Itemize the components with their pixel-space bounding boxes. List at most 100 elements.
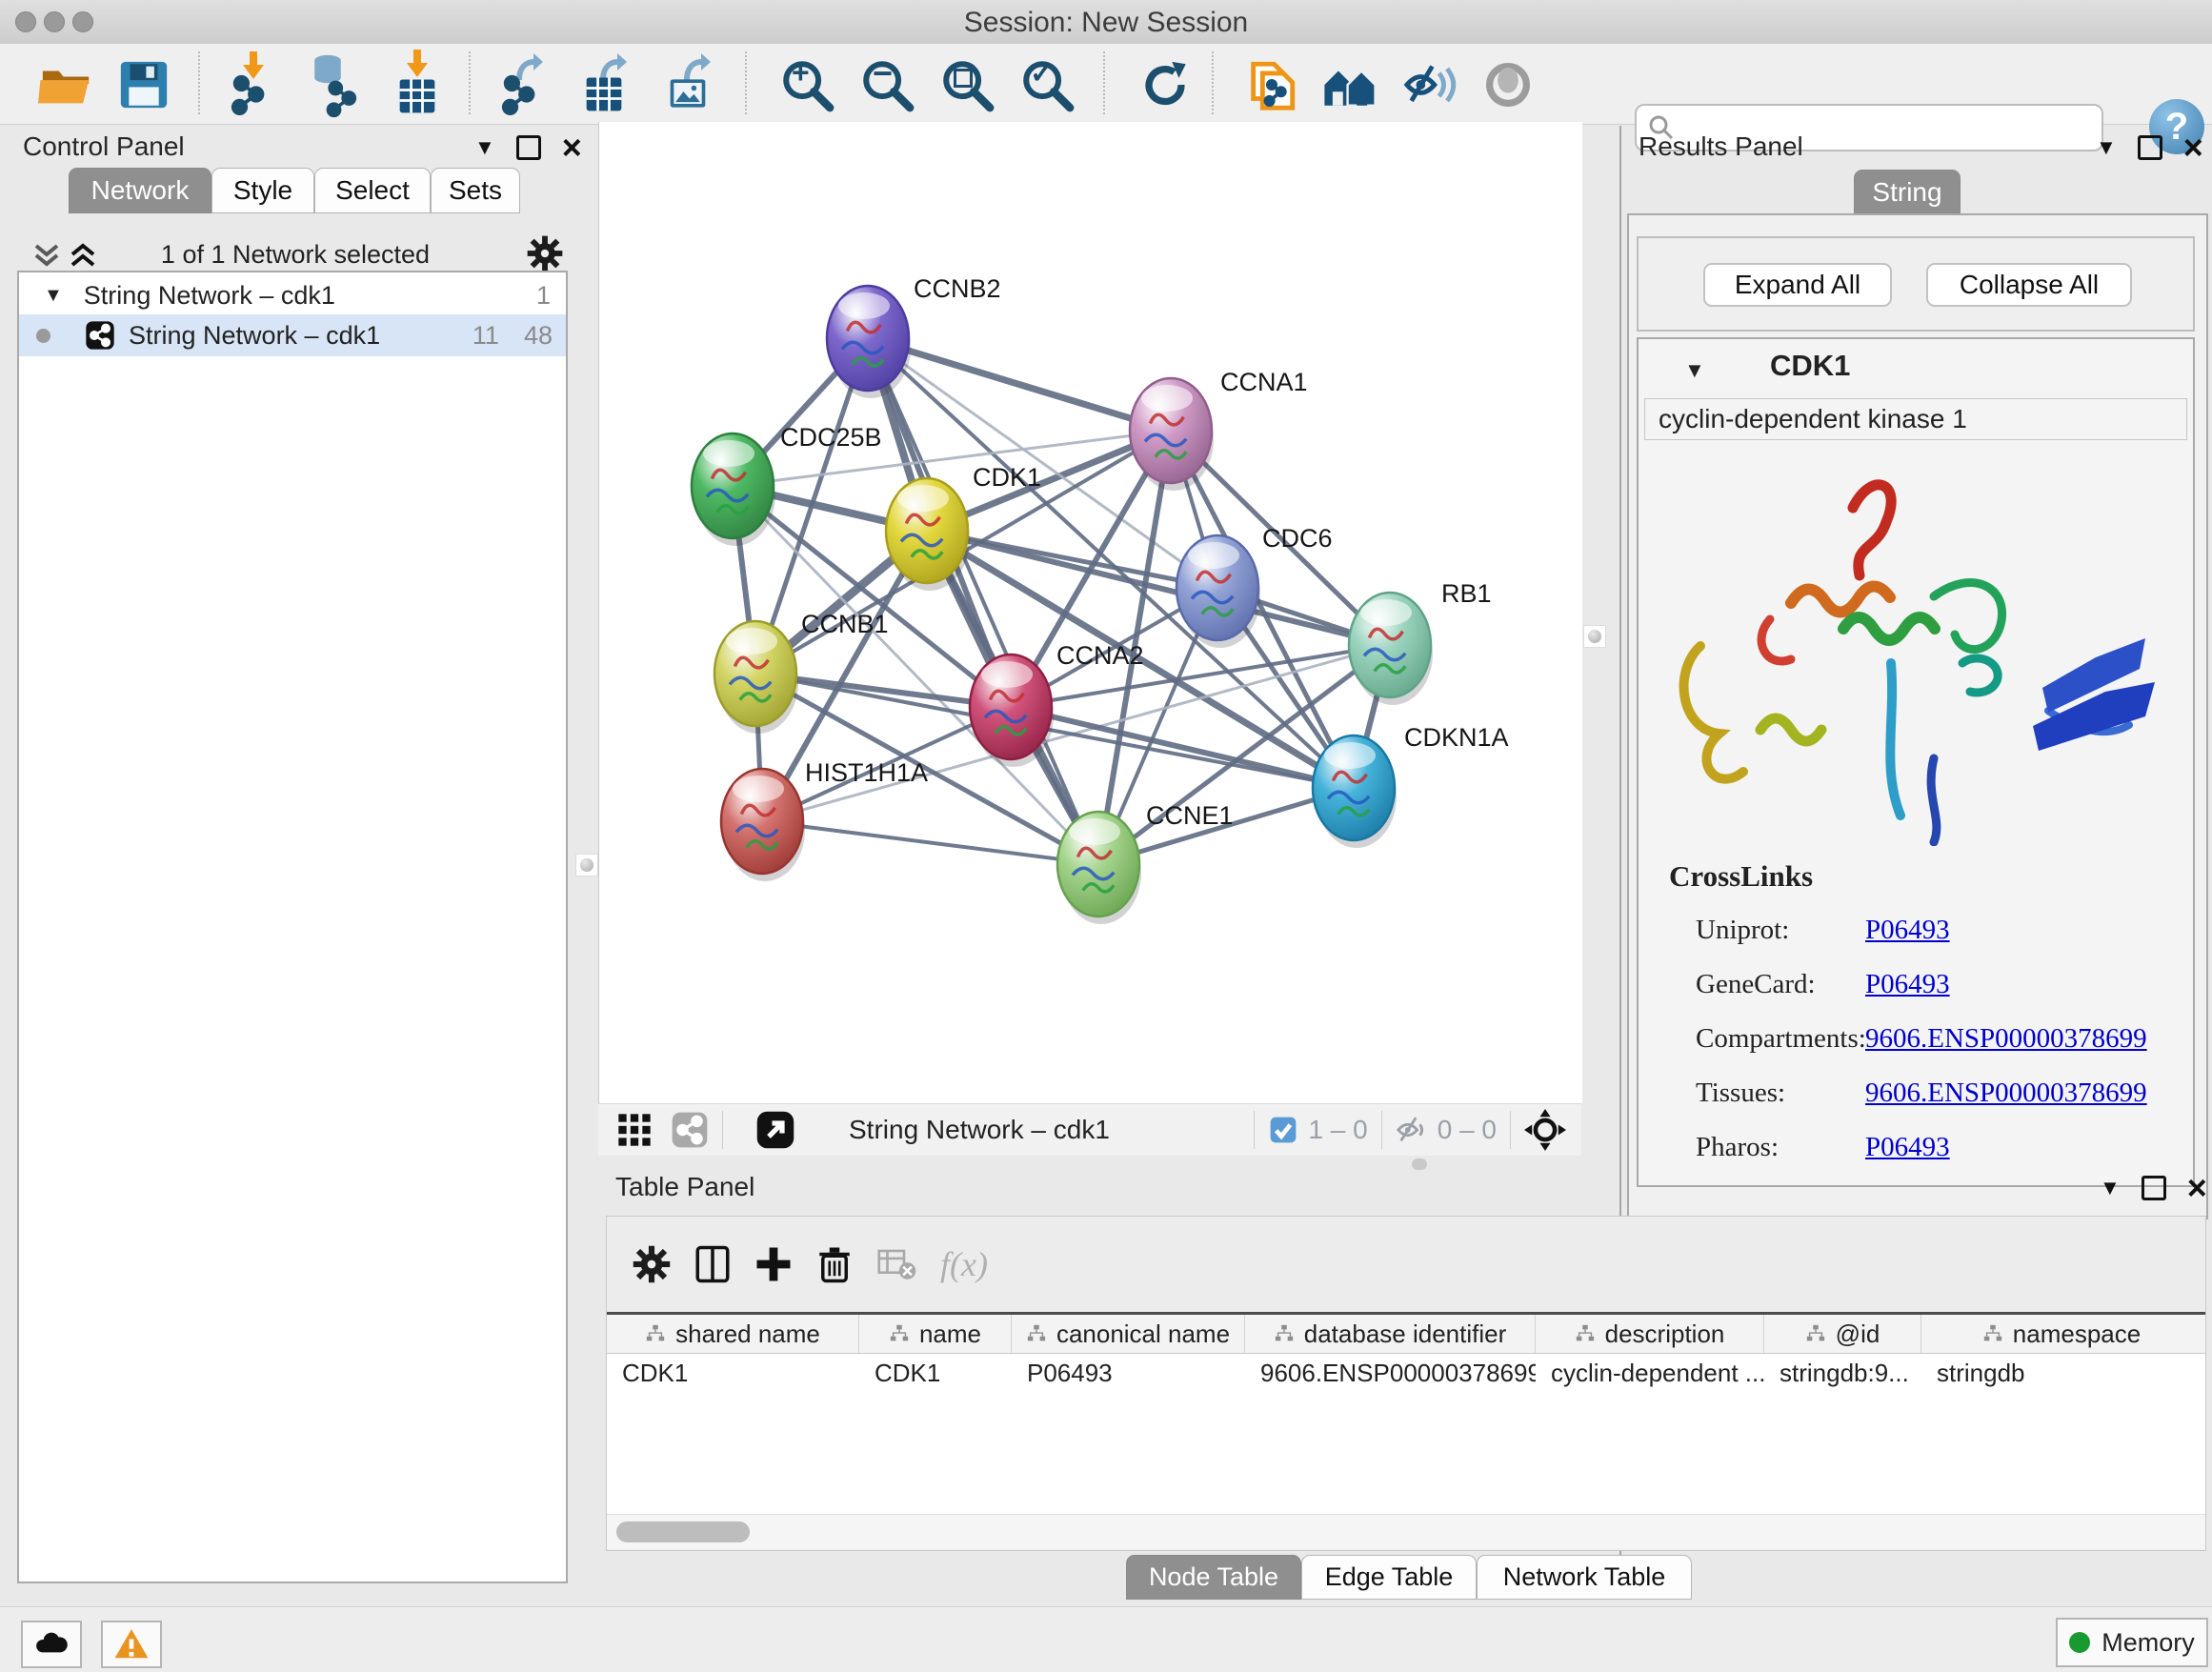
tab-network-table[interactable]: Network Table [1477,1555,1692,1600]
float-panel-icon[interactable] [516,135,541,160]
network-node-HIST1H1A[interactable]: HIST1H1A [721,758,928,881]
warnings-button[interactable] [101,1621,162,1668]
network-list: ▼ String Network – cdk1 1 String Network… [17,271,568,1583]
network-status-dot [36,329,50,343]
network-canvas[interactable]: CCNB2CCNA1CDC25BCDK1CDC6RB1CCNB1CCNA2CDK… [598,122,1582,1103]
compartments-link[interactable]: 9606.ENSP00000378699 [1865,1023,2147,1054]
zoom-fit-icon[interactable] [939,57,995,117]
clone-network-icon[interactable] [1244,57,1299,112]
network-view-toolbar: String Network – cdk1 1 – 0 0 – 0 [598,1103,1581,1156]
collapse-panel-icon[interactable]: ▼ [2100,1176,2121,1200]
expand-all-button[interactable]: Expand All [1703,263,1892,307]
collapse-all-button[interactable]: Collapse All [1926,263,2132,307]
refresh-icon[interactable] [1137,57,1193,112]
float-panel-icon[interactable] [2138,135,2162,160]
network-edge-HIST1H1A-CCNE1[interactable] [762,821,1098,864]
zoom-selected-icon[interactable]: ✓ [1019,57,1075,117]
selected-checkbox-icon[interactable] [1268,1115,1298,1145]
cloud-icon [32,1625,70,1663]
node-label-CCNA1: CCNA1 [1220,368,1308,396]
node-label-CCNA2: CCNA2 [1056,641,1144,670]
string-view-icon[interactable] [671,1111,709,1149]
column-header[interactable]: name [859,1315,1012,1353]
tab-edge-table[interactable]: Edge Table [1301,1555,1477,1600]
open-session-icon[interactable] [38,57,93,112]
selected-counts: 1 – 0 [1308,1115,1367,1145]
column-header[interactable]: @id [1764,1315,1921,1353]
warning-icon [113,1626,150,1662]
collection-label: String Network – cdk1 [84,281,335,311]
save-session-icon[interactable] [116,57,171,112]
control-panel-window-controls: ▼ × [474,135,582,160]
tab-string[interactable]: String [1854,170,1961,215]
houses-icon[interactable] [1322,57,1377,112]
collection-expand-icon[interactable]: ▼ [44,285,63,307]
float-panel-icon[interactable] [2142,1176,2166,1200]
collapse-panel-icon[interactable]: ▼ [2096,135,2117,160]
crosslink-label: Uniprot: [1696,903,1866,957]
collapse-panel-icon[interactable]: ▼ [474,135,495,160]
toolbar-separator [1103,51,1105,114]
add-column-icon[interactable] [754,1244,794,1284]
table-gear-icon[interactable] [632,1244,672,1284]
network-collection-row[interactable]: ▼ String Network – cdk1 1 [19,272,566,314]
table-row[interactable]: CDK1 CDK1 P06493 9606.ENSP00000378699 cy… [607,1354,2205,1392]
network-node-CDK1[interactable]: CDK1 [886,463,1041,591]
grid-view-icon[interactable] [615,1111,654,1149]
network-node-CDC6[interactable]: CDC6 [1176,524,1333,648]
network-view-title: String Network – cdk1 [849,1115,1110,1145]
hide-graphics-icon[interactable] [1402,57,1458,112]
import-network-database-icon[interactable] [307,53,349,96]
column-header[interactable]: shared name [607,1315,859,1353]
tab-sets[interactable]: Sets [431,168,520,213]
crosslinks-heading: CrossLinks [1669,859,1813,894]
pharos-link[interactable]: P06493 [1865,1132,1950,1162]
tissues-link[interactable]: 9606.ENSP00000378699 [1865,1078,2147,1108]
delete-column-icon[interactable] [814,1244,855,1284]
node-label-CDK1: CDK1 [973,463,1041,492]
gene-expand-icon[interactable]: ▼ [1684,358,1705,383]
node-label-CDKN1A: CDKN1A [1404,723,1509,752]
network-node-CDKN1A[interactable]: CDKN1A [1313,723,1509,848]
horizontal-scrollbar[interactable] [607,1514,2205,1549]
tab-select[interactable]: Select [314,168,431,213]
cloud-button[interactable] [21,1621,82,1668]
column-header[interactable]: canonical name [1012,1315,1245,1353]
network-node-CCNE1[interactable]: CCNE1 [1057,801,1234,924]
detach-view-icon[interactable] [755,1110,795,1150]
zoom-out-icon[interactable]: − [859,57,915,117]
close-panel-icon[interactable]: × [562,138,582,157]
column-header[interactable]: database identifier [1245,1315,1536,1353]
scrollbar-thumb[interactable] [616,1521,750,1542]
network-node-CCNA1[interactable]: CCNA1 [1130,368,1308,491]
network-edge-CCNB2-CCNA1[interactable] [868,338,1171,431]
fit-selected-crosshair-icon[interactable] [1524,1109,1566,1151]
table-header-row: shared name name canonical name database… [607,1312,2205,1354]
right-splitter-handle[interactable] [1583,625,1606,648]
zoom-in-icon[interactable]: + [779,57,835,117]
tab-style[interactable]: Style [211,168,314,213]
network-options-gear-icon[interactable] [526,234,564,272]
close-panel-icon[interactable]: × [2187,1178,2207,1198]
network-row[interactable]: String Network – cdk1 11 48 [19,314,566,356]
network-node-RB1[interactable]: RB1 [1349,579,1492,705]
network-node-CCNB1[interactable]: CCNB1 [714,610,889,734]
expand-all-networks-icon[interactable] [69,242,99,269]
close-panel-icon[interactable]: × [2183,138,2203,157]
column-header[interactable]: description [1536,1315,1764,1353]
uniprot-link[interactable]: P06493 [1865,915,1950,945]
left-splitter-handle[interactable] [575,854,598,876]
main-toolbar: + − ✓ ? [0,44,2212,125]
table-columns-icon[interactable] [693,1244,733,1284]
network-node-count: 11 [473,321,499,351]
network-edge-CCNA2-CDKN1A[interactable] [1011,707,1354,788]
column-header[interactable]: namespace [1921,1315,2202,1353]
crosslink-label: GeneCard: [1696,957,1866,1012]
tab-network[interactable]: Network [69,168,211,213]
genecard-link[interactable]: P06493 [1865,969,1950,999]
memory-button[interactable]: Memory [2056,1618,2208,1667]
window-titlebar: Session: New Session [0,0,2212,45]
tab-node-table[interactable]: Node Table [1126,1555,1301,1600]
function-builder-icon: f(x) [940,1244,988,1284]
collapse-all-networks-icon[interactable] [32,242,63,269]
